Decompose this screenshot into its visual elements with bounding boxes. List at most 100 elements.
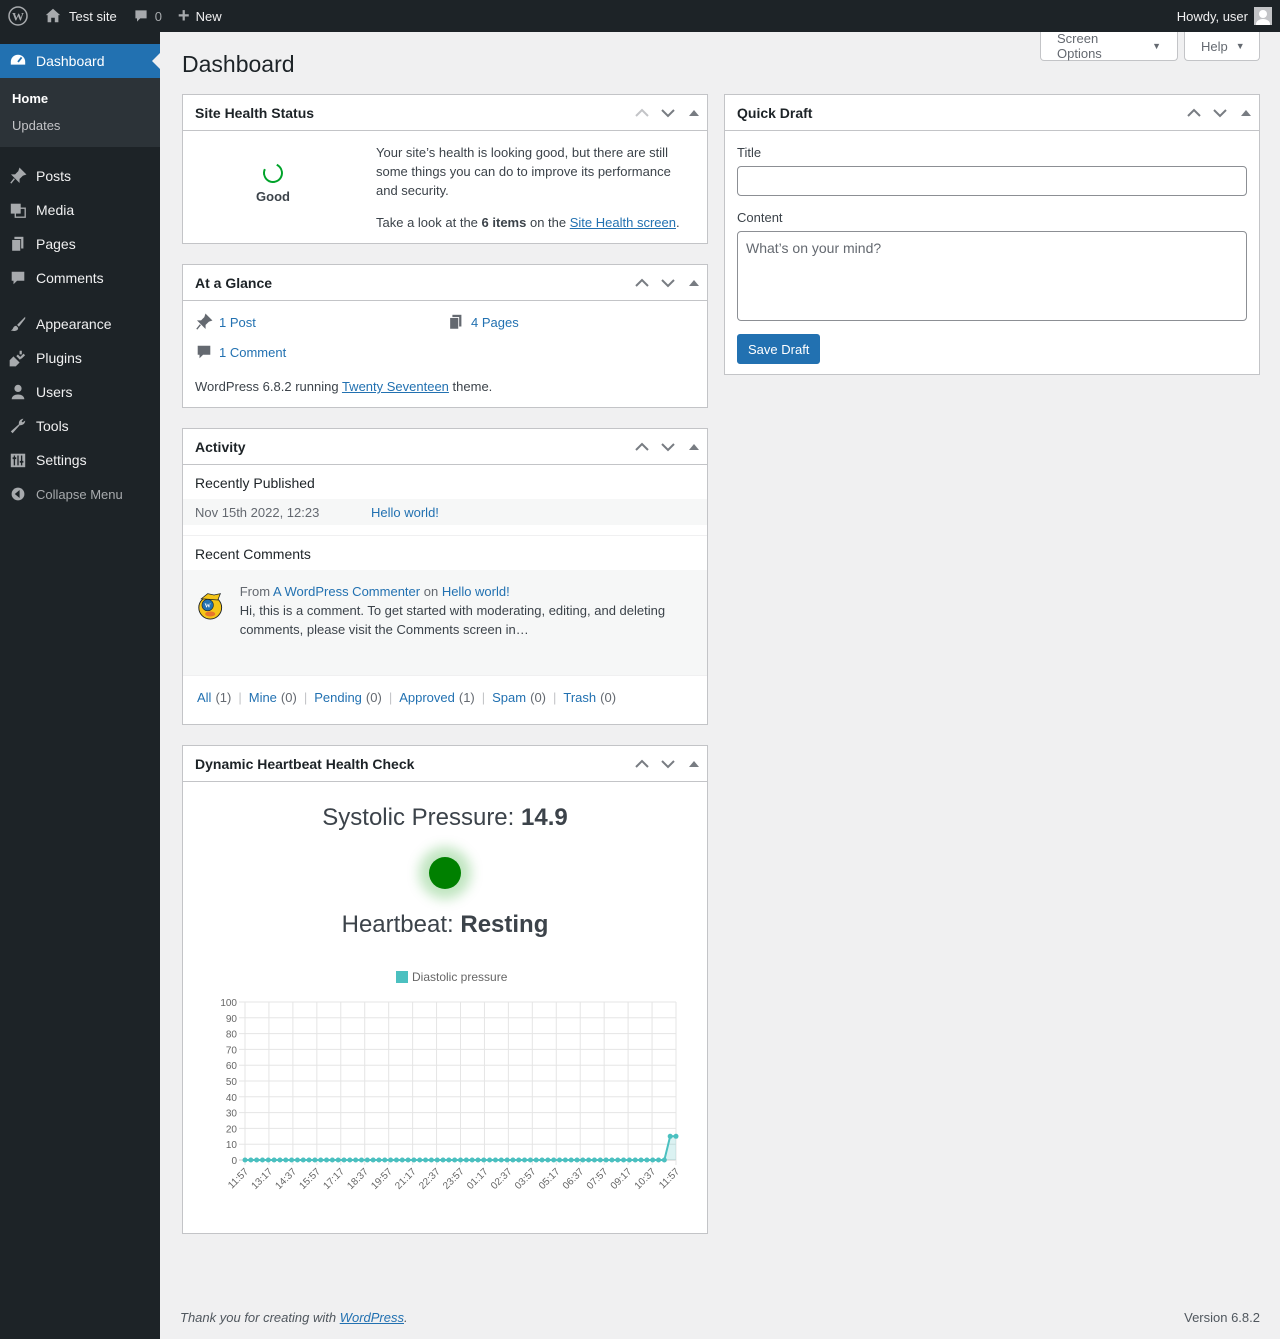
data-point bbox=[603, 1157, 609, 1163]
data-point bbox=[545, 1157, 551, 1163]
submenu-updates[interactable]: Updates bbox=[0, 112, 160, 139]
my-account-link[interactable]: Howdy, user bbox=[1169, 0, 1280, 32]
data-point bbox=[463, 1157, 469, 1163]
menu-pages[interactable]: Pages bbox=[0, 227, 160, 261]
home-icon bbox=[45, 8, 61, 23]
collapse-menu-button[interactable]: Collapse Menu bbox=[0, 477, 160, 511]
theme-link[interactable]: Twenty Seventeen bbox=[342, 379, 449, 394]
help-button[interactable]: Help ▼ bbox=[1184, 32, 1260, 61]
x-tick-label: 22:37 bbox=[417, 1166, 443, 1192]
menu-tools[interactable]: Tools bbox=[0, 409, 160, 443]
content-textarea[interactable]: What’s on your mind? bbox=[737, 231, 1247, 321]
x-tick-label: 02:37 bbox=[489, 1166, 515, 1192]
paintbrush-icon bbox=[8, 314, 28, 334]
menu-settings[interactable]: Settings bbox=[0, 443, 160, 477]
y-tick-label: 0 bbox=[231, 1156, 237, 1167]
filter-spam-link[interactable]: Spam bbox=[492, 690, 526, 705]
widget-header: Quick Draft bbox=[725, 95, 1259, 131]
data-point bbox=[300, 1157, 306, 1163]
new-content-link[interactable]: + New bbox=[170, 0, 230, 32]
move-down-icon[interactable] bbox=[655, 95, 681, 131]
comments-count-link[interactable]: 1 Comment bbox=[219, 345, 286, 360]
toggle-panel-icon[interactable] bbox=[1233, 95, 1259, 131]
move-down-icon[interactable] bbox=[1207, 95, 1233, 131]
y-tick-label: 30 bbox=[226, 1109, 238, 1120]
glance-pages[interactable]: 4 Pages bbox=[447, 313, 699, 331]
filter-pending-link[interactable]: Pending bbox=[314, 690, 362, 705]
pages-count-link[interactable]: 4 Pages bbox=[471, 315, 519, 330]
post-link[interactable]: Hello world! bbox=[371, 505, 439, 520]
comment-post-link[interactable]: Hello world! bbox=[442, 584, 510, 599]
data-point bbox=[405, 1157, 411, 1163]
menu-comments[interactable]: Comments bbox=[0, 261, 160, 295]
data-point bbox=[242, 1157, 248, 1163]
toggle-panel-icon[interactable] bbox=[681, 429, 707, 465]
data-point bbox=[586, 1157, 592, 1163]
menu-posts[interactable]: Posts bbox=[0, 159, 160, 193]
data-point bbox=[591, 1157, 597, 1163]
menu-appearance[interactable]: Appearance bbox=[0, 307, 160, 341]
move-up-icon[interactable] bbox=[629, 429, 655, 465]
move-down-icon[interactable] bbox=[655, 265, 681, 301]
y-tick-label: 50 bbox=[226, 1077, 238, 1088]
comments-link[interactable]: 0 bbox=[125, 0, 170, 32]
data-point bbox=[289, 1157, 295, 1163]
data-point bbox=[574, 1157, 580, 1163]
glance-posts[interactable]: 1 Post bbox=[195, 313, 447, 331]
data-point bbox=[504, 1157, 510, 1163]
data-point bbox=[638, 1157, 644, 1163]
x-tick-label: 17:17 bbox=[321, 1166, 347, 1192]
widget-title: Site Health Status bbox=[195, 104, 315, 121]
toggle-panel-icon[interactable] bbox=[681, 265, 707, 301]
menu-media[interactable]: Media bbox=[0, 193, 160, 227]
move-up-icon[interactable] bbox=[1181, 95, 1207, 131]
recently-published-heading: Recently Published bbox=[195, 475, 315, 491]
widget-title: At a Glance bbox=[195, 274, 273, 291]
dashboard-icon bbox=[8, 51, 28, 71]
menu-users[interactable]: Users bbox=[0, 375, 160, 409]
x-tick-label: 06:37 bbox=[561, 1166, 587, 1192]
screen-meta-links: Screen Options ▼ Help ▼ bbox=[1040, 31, 1260, 61]
data-point bbox=[353, 1157, 359, 1163]
filter-trash-link[interactable]: Trash bbox=[563, 690, 596, 705]
menu-dashboard-label: Dashboard bbox=[36, 53, 105, 69]
widget-title: Activity bbox=[195, 438, 246, 455]
avatar bbox=[1254, 7, 1272, 25]
page-title: Dashboard bbox=[182, 51, 295, 77]
site-health-link[interactable]: Site Health screen bbox=[570, 215, 676, 230]
save-draft-button[interactable]: Save Draft bbox=[737, 334, 821, 364]
toggle-panel-icon[interactable] bbox=[681, 95, 707, 131]
filter-approved-link[interactable]: Approved bbox=[399, 690, 455, 705]
commenter-link[interactable]: A WordPress Commenter bbox=[273, 584, 420, 599]
move-down-icon[interactable] bbox=[655, 429, 681, 465]
screen-options-button[interactable]: Screen Options ▼ bbox=[1040, 31, 1178, 61]
title-input[interactable] bbox=[737, 166, 1247, 196]
data-point bbox=[428, 1157, 434, 1163]
site-health-widget: Site Health Status Good Your site’s heal… bbox=[182, 94, 708, 244]
wordpress-version-text: WordPress 6.8.2 running Twenty Seventeen… bbox=[195, 379, 493, 394]
health-cta: Take a look at the 6 items on the Site H… bbox=[376, 215, 680, 230]
comment-excerpt: Hi, this is a comment. To get started wi… bbox=[239, 603, 666, 637]
publish-date: Nov 15th 2022, 12:23 bbox=[195, 504, 320, 520]
filter-all-link[interactable]: All bbox=[197, 690, 211, 705]
wordpress-link[interactable]: WordPress bbox=[340, 1310, 404, 1325]
wordpress-logo-icon[interactable]: W bbox=[0, 0, 36, 32]
menu-dashboard[interactable]: Dashboard bbox=[0, 44, 160, 78]
glance-comments[interactable]: 1 Comment bbox=[195, 343, 447, 361]
data-point bbox=[656, 1157, 662, 1163]
posts-count-link[interactable]: 1 Post bbox=[219, 315, 256, 330]
data-point bbox=[661, 1157, 667, 1163]
menu-plugins[interactable]: Plugins bbox=[0, 341, 160, 375]
site-name-link[interactable]: Test site bbox=[36, 0, 125, 32]
move-up-icon[interactable] bbox=[629, 746, 655, 782]
move-up-icon[interactable] bbox=[629, 95, 655, 131]
toggle-panel-icon[interactable] bbox=[681, 746, 707, 782]
submenu-home[interactable]: Home bbox=[0, 85, 160, 112]
filter-mine-link[interactable]: Mine bbox=[249, 690, 277, 705]
move-down-icon[interactable] bbox=[655, 746, 681, 782]
activity-widget: Activity Recently Published Nov 15th 202… bbox=[182, 428, 708, 725]
legend-swatch bbox=[396, 971, 408, 983]
x-tick-label: 09:17 bbox=[609, 1166, 635, 1192]
move-up-icon[interactable] bbox=[629, 265, 655, 301]
data-point bbox=[597, 1157, 603, 1163]
